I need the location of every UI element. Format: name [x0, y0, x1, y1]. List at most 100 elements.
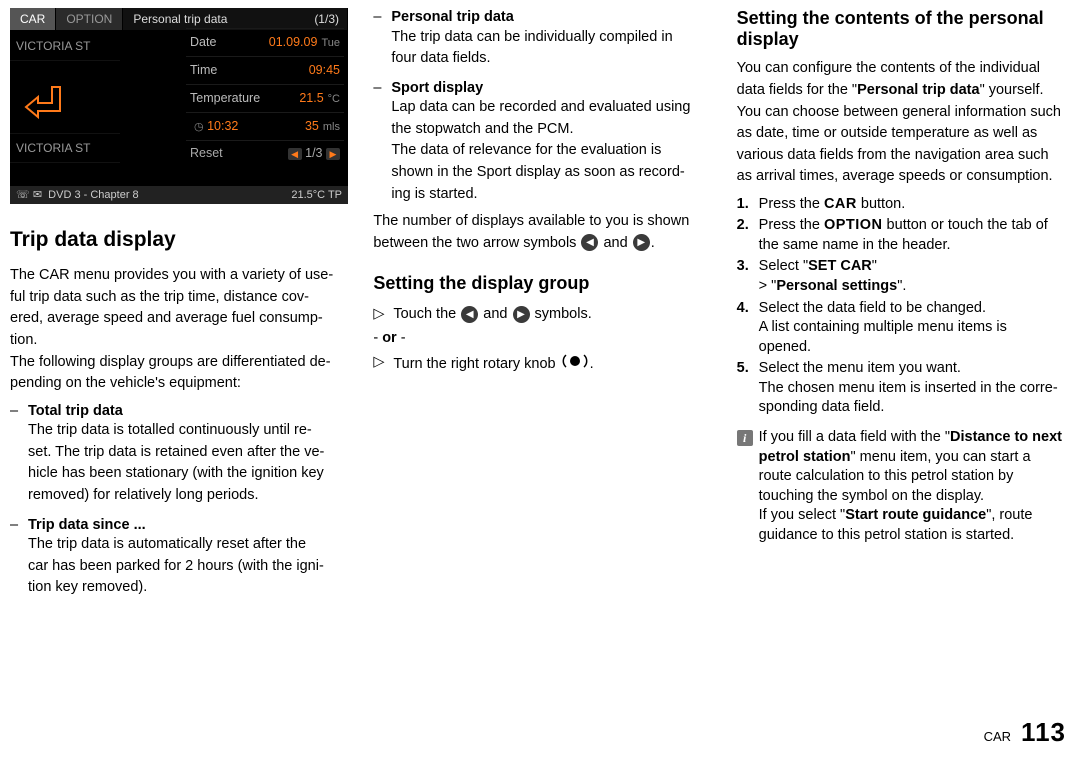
body-text: tion.	[10, 331, 345, 351]
body-text: ful trip data such as the trip time, dis…	[10, 288, 345, 308]
text-fragment: Press the	[759, 196, 824, 212]
text-fragment: symbols.	[531, 306, 592, 322]
step-text: Select the data field to be changed. A l…	[759, 299, 1072, 358]
dash-bullet: –	[10, 402, 28, 508]
bold-term: Personal settings	[776, 278, 897, 294]
left-arrow-circle-icon: ◀	[581, 234, 598, 251]
tab-count: (1/3)	[314, 11, 339, 27]
value-time: 09:45	[309, 62, 340, 79]
rotary-knob-icon	[562, 353, 588, 376]
info-icon: i	[737, 430, 753, 446]
item-sport-display-title: Sport display	[391, 79, 708, 99]
text-fragment: opened.	[759, 339, 811, 355]
text-fragment: .	[651, 235, 655, 251]
bold-term: Distance to next	[950, 429, 1062, 445]
value-temp: 21.5	[299, 91, 323, 105]
or-text: or	[382, 330, 397, 346]
bottom-status: 21.5°C TP	[291, 188, 342, 203]
step-text: Press the CAR button.	[759, 195, 1072, 215]
text-fragment: between the two arrow symbols	[373, 235, 580, 251]
step-text: Select "SET CAR" > "Personal settings".	[759, 257, 1072, 296]
text-fragment: " yourself.	[980, 82, 1044, 98]
body-text: pending on the vehicle's equipment:	[10, 374, 345, 394]
body-text: The following display groups are differe…	[10, 353, 345, 373]
button-caps: CAR	[824, 196, 857, 212]
body-text: You can choose between general informati…	[737, 103, 1072, 123]
step-text: Touch the ◀ and ▶ symbols.	[393, 305, 591, 325]
text-fragment: the same name in the header.	[759, 237, 951, 253]
text-fragment: and	[599, 235, 631, 251]
body-text: The trip data is automatically reset aft…	[28, 535, 345, 555]
body-text: as arrival times, average speeds or cons…	[737, 167, 1072, 187]
step-number: 3.	[737, 257, 759, 296]
tab-title: Personal trip data	[133, 11, 227, 27]
value-temp-unit: °C	[328, 93, 340, 105]
step-text: Turn the right rotary knob .	[393, 353, 593, 376]
route-stop-2: VICTORIA ST	[10, 133, 120, 163]
pcm-screenshot: CAR OPTION Personal trip data (1/3) VICT…	[10, 8, 348, 204]
text-fragment: > "	[759, 278, 777, 294]
step-number: 2.	[737, 216, 759, 255]
text-fragment: Turn the right rotary knob	[393, 356, 559, 372]
step-text: Press the OPTION button or touch the tab…	[759, 216, 1072, 255]
text-fragment: A list containing multiple menu items is	[759, 319, 1007, 335]
bold-term: SET CAR	[808, 258, 872, 274]
prev-arrow-icon: ◀	[288, 148, 302, 160]
value-dist: 35	[305, 119, 319, 133]
reset-page: 1/3	[305, 146, 322, 160]
bold-term: petrol station	[759, 449, 851, 465]
body-text: as date, time or outside temperature as …	[737, 124, 1072, 144]
text-fragment: If you select "	[759, 507, 846, 523]
label-date: Date	[190, 34, 216, 51]
body-text: car has been parked for 2 hours (with th…	[28, 557, 345, 577]
body-text: tion key removed).	[28, 578, 345, 598]
item-trip-since-title: Trip data since ...	[28, 516, 345, 536]
body-text: set. The trip data is retained even afte…	[28, 443, 345, 463]
heading-set-personal-display: Setting the contents of the personal dis…	[737, 8, 1072, 49]
text-fragment: Select "	[759, 258, 808, 274]
text-fragment: If you fill a data field with the "	[759, 429, 950, 445]
body-text: various data fields from the navigation …	[737, 146, 1072, 166]
item-total-trip-title: Total trip data	[28, 402, 345, 422]
body-text: The data of relevance for the evaluation…	[391, 141, 708, 161]
step-text: Select the menu item you want. The chose…	[759, 359, 1072, 418]
text-fragment: .	[590, 356, 594, 372]
tab-option: OPTION	[56, 8, 123, 30]
text-fragment: sponding data field.	[759, 399, 885, 415]
body-text: You can configure the contents of the in…	[737, 59, 1072, 79]
text-fragment: Select the data field to be changed.	[759, 300, 986, 316]
body-text: The CAR menu provides you with a variety…	[10, 266, 345, 286]
body-text: removed) for relatively long periods.	[28, 486, 345, 506]
tab-car: CAR	[10, 8, 56, 30]
body-text: The trip data is totalled continuously u…	[28, 421, 345, 441]
body-text: The trip data can be individually compil…	[391, 28, 708, 48]
step-number: 1.	[737, 195, 759, 215]
body-text: data fields for the "Personal trip data"…	[737, 81, 1072, 101]
label-temp: Temperature	[190, 90, 260, 107]
text-fragment: ".	[897, 278, 906, 294]
mail-icon: ✉	[33, 189, 42, 201]
body-text: The number of displays available to you …	[373, 212, 708, 232]
text-fragment: display	[737, 29, 799, 49]
clock-icon: ◷	[194, 121, 204, 133]
text-fragment: touching the symbol on the display.	[759, 488, 984, 504]
dash-bullet: –	[10, 516, 28, 600]
body-text: hicle has been stationary (with the igni…	[28, 464, 345, 484]
heading-trip-data: Trip data display	[10, 226, 345, 254]
body-text: four data fields.	[391, 49, 708, 69]
right-arrow-circle-icon: ▶	[633, 234, 650, 251]
text-fragment: ", route	[986, 507, 1032, 523]
heading-set-display-group: Setting the display group	[373, 271, 708, 295]
turn-left-arrow-icon	[22, 79, 70, 127]
item-personal-trip-title: Personal trip data	[391, 8, 708, 28]
text-fragment: Select the menu item you want.	[759, 360, 961, 376]
next-arrow-icon: ▶	[326, 148, 340, 160]
text-fragment: button.	[857, 196, 905, 212]
value-date-suffix: Tue	[321, 37, 340, 49]
dash-bullet: –	[373, 79, 391, 206]
body-text: between the two arrow symbols ◀ and ▶.	[373, 234, 708, 254]
or-separator: - or -	[373, 329, 708, 349]
page-number: 113	[1021, 715, 1066, 750]
text-fragment: route calculation to this petrol station…	[759, 468, 1014, 484]
label-time: Time	[190, 62, 217, 79]
